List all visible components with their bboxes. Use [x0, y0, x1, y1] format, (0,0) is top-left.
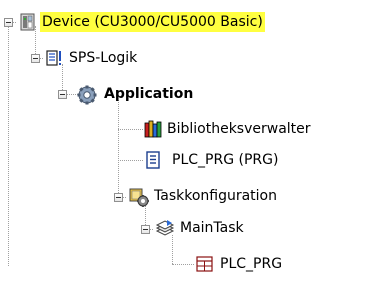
tree-line	[172, 235, 173, 264]
tree-item-device-label[interactable]: Device (CU3000/CU5000 Basic)	[40, 12, 265, 32]
task-configuration-icon	[129, 187, 149, 207]
tree-item-maintask-label[interactable]: MainTask	[178, 218, 246, 238]
tree-item-plc-prg-label[interactable]: PLC_PRG (PRG)	[170, 150, 280, 170]
tree-line	[172, 264, 194, 265]
tree-line	[118, 129, 143, 130]
tree-line	[8, 26, 9, 266]
plc-logic-icon	[46, 49, 64, 67]
collapse-toggle-taskkonfiguration[interactable]	[114, 193, 123, 202]
tree-item-plc-prg-call-label[interactable]: PLC_PRG	[218, 254, 284, 274]
program-document-icon	[144, 151, 162, 169]
device-icon	[19, 13, 37, 31]
collapse-toggle-sps-logik[interactable]	[31, 54, 40, 63]
tree-line	[118, 160, 143, 161]
tree-item-application-label[interactable]: Application	[102, 84, 195, 104]
collapse-toggle-maintask[interactable]	[141, 225, 150, 234]
collapse-toggle-device[interactable]	[4, 18, 13, 27]
tree-line	[118, 100, 119, 197]
project-tree[interactable]: Device (CU3000/CU5000 Basic) SPS-Logik A…	[0, 0, 372, 282]
application-gear-icon	[76, 85, 98, 105]
tree-item-taskkonfiguration-label[interactable]: Taskkonfiguration	[152, 186, 279, 206]
program-call-icon	[196, 255, 214, 273]
collapse-toggle-application[interactable]	[58, 90, 67, 99]
library-manager-icon	[144, 120, 162, 138]
tree-item-bibliotheksverwalter-label[interactable]: Bibliotheksverwalter	[165, 119, 313, 139]
task-icon	[155, 219, 175, 239]
tree-item-sps-logik-label[interactable]: SPS-Logik	[67, 48, 139, 68]
